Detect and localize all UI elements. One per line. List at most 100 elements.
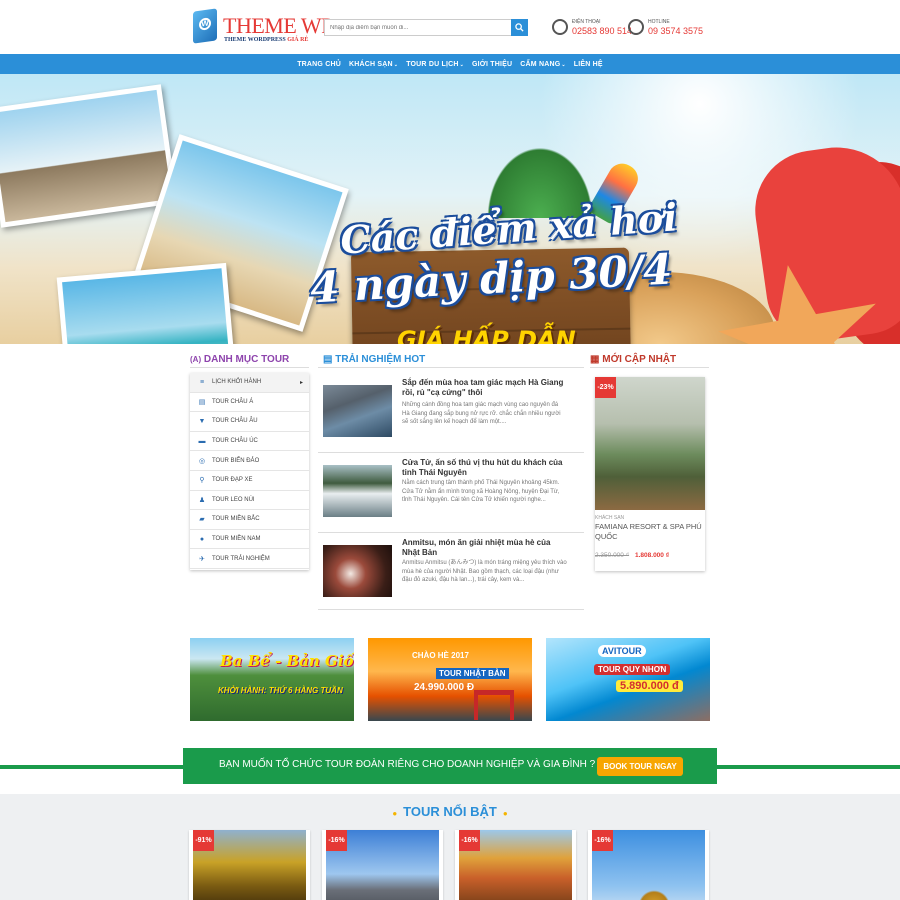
divider [590, 367, 709, 368]
phone-label: ĐIỆN THOẠI [572, 19, 601, 25]
promo-subtitle: TOUR QUY NHƠN [594, 664, 671, 675]
latest-hotel-card[interactable]: -23% KHÁCH SẠN FAMIANA RESORT & SPA PHÚ … [595, 377, 705, 571]
page: W THEME WP THEME WORDPRESS GIÁ RẺ ĐIỆN T… [0, 0, 900, 900]
post-excerpt: Những cánh đồng hoa tam giác mạch vùng c… [402, 402, 561, 425]
category-item-islands[interactable]: ◎ TOUR BIỂN ĐẢO [190, 451, 309, 471]
hero-banner[interactable]: Các điểm xả hơi 4 ngày dịp 30/4 GIÁ HẤP … [0, 74, 900, 344]
chevron-right-icon: ▸ [299, 379, 303, 386]
hot-post[interactable]: Cửa Tử, ấn số thú vị thu hút du khách củ… [323, 458, 565, 530]
phone-number: 02583 890 514 [572, 26, 633, 36]
divider [318, 532, 584, 533]
promo-banner-japan[interactable]: CHÀO HÈ 2017 TOUR NHẬT BẢN 24.990.000 Đ [368, 638, 532, 721]
post-thumbnail[interactable] [323, 545, 392, 597]
divider [190, 367, 309, 368]
promo-title: Ba Bể - Bản Giốc [220, 652, 354, 670]
search-icon [515, 23, 524, 32]
chevron-down-icon: ⌄ [459, 61, 465, 68]
banner-photo-longtail-boat [56, 262, 238, 344]
logo-cube-icon: W [193, 8, 217, 44]
promo-price: 24.990.000 Đ [414, 682, 475, 693]
category-item-cycling[interactable]: ⚲ TOUR ĐẠP XE [190, 471, 309, 491]
category-item-hiking[interactable]: ♟ TOUR LEO NÚI [190, 491, 309, 511]
post-title[interactable]: Sắp đến mùa hoa tam giác mạch Hà Giang r… [402, 378, 567, 398]
post-title[interactable]: Cửa Tử, ấn số thú vị thu hút du khách củ… [402, 458, 567, 478]
promo-banner-babe[interactable]: Ba Bể - Bản Giốc KHỞI HÀNH: THỨ 6 HÀNG T… [190, 638, 354, 721]
category-item-asia[interactable]: ▤ TOUR CHÂU Á [190, 393, 309, 413]
hotline-icon [628, 19, 644, 35]
discount-badge: -16% [459, 830, 480, 851]
hotel-name[interactable]: FAMIANA RESORT & SPA PHÚ QUỐC [595, 522, 705, 542]
category-item-experience[interactable]: ✈ TOUR TRẢI NGHIỆM [190, 549, 309, 569]
plane-icon: ✈ [199, 555, 205, 563]
featured-title: ● TOUR NỔI BẬT ● [392, 804, 508, 819]
hotline-label: HOTLINE [648, 19, 670, 25]
promo-subtitle: TOUR NHẬT BẢN [436, 668, 509, 679]
post-thumbnail[interactable] [323, 385, 392, 437]
categories-title: (A) DANH MỤC TOUR [190, 354, 290, 365]
nav-item-tours[interactable]: TOUR DU LỊCH⌄ [402, 61, 468, 68]
post-title[interactable]: Anmitsu, món ăn giải nhiệt mùa hè của Nh… [402, 538, 567, 558]
site-logo[interactable]: W THEME WP THEME WORDPRESS GIÁ RẺ [193, 8, 333, 46]
divider [318, 609, 584, 610]
compass-icon: (A) [190, 355, 202, 364]
building-icon: ▤ [198, 398, 206, 406]
category-item-schedule[interactable]: ≡ LỊCH KHỞI HÀNH ▸ [190, 373, 309, 393]
hotline-number: 09 3574 3575 [648, 26, 704, 36]
nav-item-about[interactable]: GIỚI THIỆU [468, 61, 516, 68]
promo-title: CHÀO HÈ 2017 [412, 651, 469, 660]
search-button[interactable] [511, 19, 528, 36]
lifebuoy-icon: ◎ [198, 457, 206, 465]
nav-item-guide[interactable]: CẨM NANG⌄ [516, 61, 570, 68]
hotel-category: KHÁCH SẠN [595, 515, 625, 521]
ticket-icon: ▰ [199, 516, 205, 524]
hot-post[interactable]: Anmitsu, món ăn giải nhiệt mùa hè của Nh… [323, 538, 567, 610]
category-list: ≡ LỊCH KHỞI HÀNH ▸ ▤ TOUR CHÂU Á ▼ TOUR CHÂU… [190, 373, 309, 570]
discount-badge: -23% [595, 377, 616, 398]
tour-card[interactable]: -16% [322, 830, 443, 900]
tour-card[interactable]: -16% [588, 830, 709, 900]
promo-subtitle: KHỞI HÀNH: THỨ 6 HÀNG TUẦN [218, 686, 343, 695]
tour-card[interactable]: -91% [189, 830, 310, 900]
calendar-icon: ▦ [590, 354, 600, 365]
hotline-contact[interactable]: HOTLINE 09 3574 3575 [628, 18, 708, 40]
map-pin-icon: ● [199, 535, 205, 543]
cta-text: BẠN MUỐN TỔ CHỨC TOUR ĐOÀN RIÊNG CHO DOA… [219, 759, 596, 770]
chevron-down-icon: ⌄ [393, 61, 399, 68]
post-thumbnail[interactable] [323, 465, 392, 517]
banner-headline-3: GIÁ HẤP DẪN [397, 326, 576, 344]
drink-icon: ▼ [198, 417, 206, 425]
divider [318, 452, 584, 453]
discount-badge: -16% [326, 830, 347, 851]
post-excerpt: Nằm cách trung tâm thành phố Thái Nguyên… [402, 480, 560, 503]
book-tour-button[interactable]: BOOK TOUR NGAY [597, 757, 683, 776]
discount-badge: -91% [193, 830, 214, 851]
nav-item-home[interactable]: TRANG CHỦ [293, 61, 345, 68]
old-price: 2.350.000 ₫ [595, 552, 630, 559]
category-item-europe[interactable]: ▼ TOUR CHÂU ÂU [190, 412, 309, 432]
bicycle-icon: ⚲ [199, 477, 205, 485]
logo-text: THEME WP [223, 13, 333, 38]
promo-brand: AVITOUR [598, 645, 646, 657]
bed-icon: ▬ [198, 437, 206, 445]
site-header: W THEME WP THEME WORDPRESS GIÁ RẺ ĐIỆN T… [0, 0, 900, 54]
phone-icon [552, 19, 568, 35]
dot-icon: ● [502, 809, 508, 818]
category-item-south[interactable]: ● TOUR MIỀN NAM [190, 530, 309, 550]
category-item-north[interactable]: ▰ TOUR MIỀN BẮC [190, 510, 309, 530]
hot-post[interactable]: Sắp đến mùa hoa tam giác mạch Hà Giang r… [323, 378, 565, 450]
nav-item-hotels[interactable]: KHÁCH SẠN⌄ [345, 61, 402, 68]
nav-item-contact[interactable]: LIÊN HỆ [570, 61, 607, 68]
phone-contact[interactable]: ĐIỆN THOẠI 02583 890 514 [552, 18, 632, 40]
chevron-down-icon: ⌄ [561, 61, 566, 68]
newspaper-icon: ▤ [323, 354, 333, 365]
torii-gate [474, 690, 514, 720]
category-item-australia[interactable]: ▬ TOUR CHÂU ÚC [190, 432, 309, 452]
cta-bar: BẠN MUỐN TỔ CHỨC TOUR ĐOÀN RIÊNG CHO DOA… [183, 748, 717, 784]
featured-section: ● TOUR NỔI BẬT ● [0, 794, 900, 900]
search-input[interactable] [325, 20, 512, 35]
promo-banner-quynhon[interactable]: AVITOUR TOUR QUY NHƠN 5.890.000 đ [546, 638, 710, 721]
hot-title: ▤ TRẢI NGHIỆM HOT [323, 354, 426, 365]
dot-icon: ● [392, 809, 398, 818]
new-price: 1.808.000 ₫ [635, 552, 670, 559]
tour-card[interactable]: -16% [455, 830, 576, 900]
